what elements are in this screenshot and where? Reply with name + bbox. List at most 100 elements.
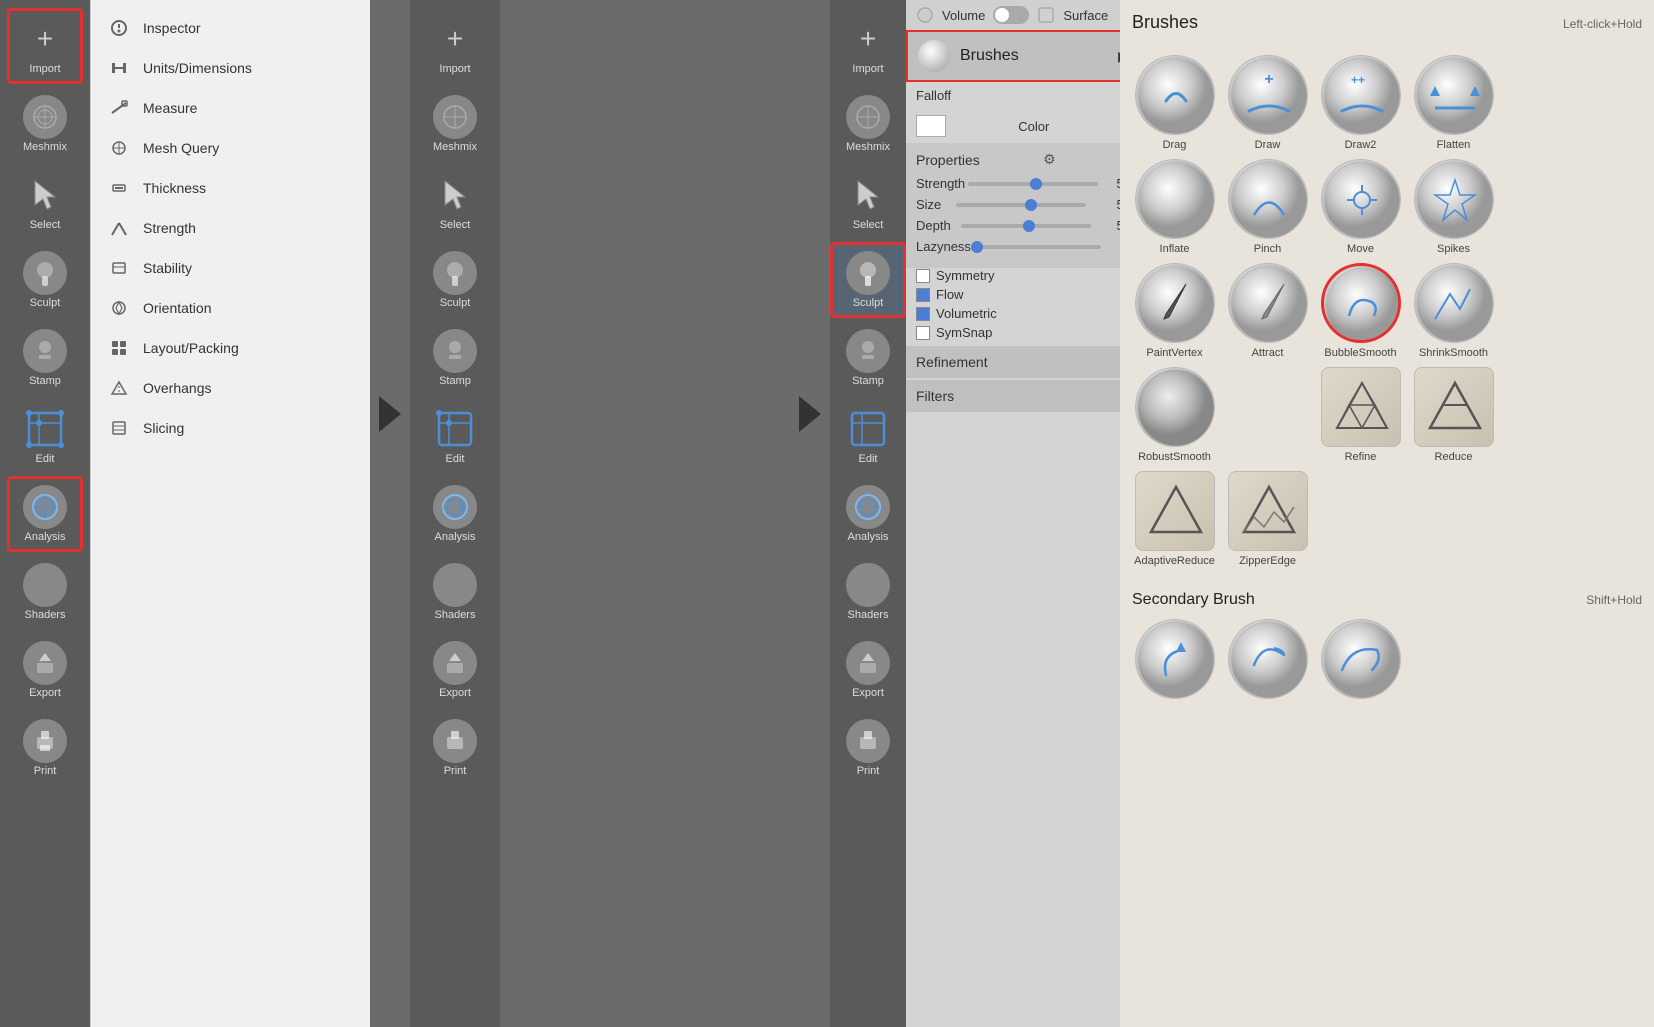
falloff-row[interactable]: Falloff ▶ (906, 82, 1141, 109)
p2-select-icon (433, 173, 477, 217)
arrow-right-icon (379, 396, 401, 432)
brush-refine[interactable]: Refine (1318, 367, 1403, 463)
brush-spikes[interactable]: Spikes (1411, 159, 1496, 255)
p3-toolbar-btn-select[interactable]: Select (830, 164, 906, 240)
select-label: Select (30, 219, 61, 231)
toolbar-btn-meshmix[interactable]: Meshmix (7, 86, 83, 162)
color-swatch[interactable] (916, 115, 946, 137)
brush-inflate[interactable]: Inflate (1132, 159, 1217, 255)
brush-reduce-label: Reduce (1435, 451, 1473, 463)
menu-item-stability[interactable]: Stability (91, 248, 370, 288)
p2-meshmix-label: Meshmix (433, 141, 477, 153)
brush-draw2[interactable]: ++ Draw2 (1318, 55, 1403, 151)
brush-reduce[interactable]: Reduce (1411, 367, 1496, 463)
size-thumb (1025, 199, 1037, 211)
menu-item-overhangs[interactable]: Overhangs (91, 368, 370, 408)
brush-attract[interactable]: Attract (1225, 263, 1310, 359)
p2-toolbar-btn-stamp[interactable]: Stamp (417, 320, 493, 396)
p3-toolbar-btn-import[interactable]: + Import (830, 8, 906, 84)
toolbar-btn-stamp[interactable]: Stamp (7, 320, 83, 396)
secondary-brush-3[interactable] (1318, 619, 1403, 699)
brush-bubblesmooth[interactable]: BubbleSmooth (1318, 263, 1403, 359)
brush-zipperedge[interactable]: ZipperEdge (1225, 471, 1310, 567)
toolbar-btn-export[interactable]: Export (7, 632, 83, 708)
brush-robustsmooth[interactable]: RobustSmooth (1132, 367, 1217, 463)
inspector-icon (107, 16, 131, 40)
export-icon (23, 641, 67, 685)
menu-item-slicing[interactable]: Slicing (91, 408, 370, 448)
brush-move[interactable]: Move (1318, 159, 1403, 255)
p3-toolbar-btn-edit[interactable]: Edit (830, 398, 906, 474)
menu-item-measure[interactable]: Measure (91, 88, 370, 128)
vol-surf-toggle[interactable] (993, 6, 1029, 24)
toolbar-btn-edit[interactable]: Edit (7, 398, 83, 474)
p3-toolbar-btn-print[interactable]: Print (830, 710, 906, 786)
brush-drag[interactable]: Drag (1132, 55, 1217, 151)
symsnap-checkbox[interactable] (916, 326, 930, 340)
depth-slider[interactable] (961, 224, 1091, 228)
lazyness-slider[interactable] (971, 245, 1101, 249)
p3-toolbar-btn-sculpt[interactable]: Sculpt (830, 242, 906, 318)
brush-inflate-preview (1135, 159, 1215, 239)
symmetry-checkbox[interactable] (916, 269, 930, 283)
toolbar-btn-import[interactable]: + Import (7, 8, 83, 84)
p3-toolbar-btn-shaders[interactable]: Shaders (830, 554, 906, 630)
menu-item-units[interactable]: Units/Dimensions (91, 48, 370, 88)
p2-toolbar-btn-edit[interactable]: Edit (417, 398, 493, 474)
refinement-row[interactable]: Refinement ▼ (906, 346, 1141, 378)
brushes-menu-header[interactable]: Brushes ▶ (906, 30, 1141, 82)
brush-paintvertex[interactable]: PaintVertex (1132, 263, 1217, 359)
brush-pinch[interactable]: Pinch (1225, 159, 1310, 255)
secondary-brush-section: Secondary Brush Shift+Hold (1132, 591, 1642, 699)
brush-shrinksmooth[interactable]: ShrinkSmooth (1411, 263, 1496, 359)
p2-toolbar-btn-import[interactable]: + Import (417, 8, 493, 84)
p3-import-label: Import (852, 63, 883, 75)
properties-title: Properties (916, 152, 980, 168)
menu-item-orientation[interactable]: Orientation (91, 288, 370, 328)
sculpt-label: Sculpt (30, 297, 61, 309)
p2-toolbar-btn-meshmix[interactable]: Meshmix (417, 86, 493, 162)
strength-label: Strength (916, 176, 965, 191)
stability-icon (107, 256, 131, 280)
menu-item-thickness[interactable]: Thickness (91, 168, 370, 208)
p2-import-label: Import (439, 63, 470, 75)
brush-draw[interactable]: + Draw (1225, 55, 1310, 151)
secondary-brush-2-preview (1228, 619, 1308, 699)
strength-slider[interactable] (968, 182, 1098, 186)
volumetric-checkbox[interactable] (916, 307, 930, 321)
p2-toolbar-btn-export[interactable]: Export (417, 632, 493, 708)
p3-toolbar-btn-export[interactable]: Export (830, 632, 906, 708)
measure-label: Measure (143, 100, 197, 116)
toolbar-btn-sculpt[interactable]: Sculpt (7, 242, 83, 318)
symmetry-label: Symmetry (936, 268, 995, 283)
p2-toolbar-btn-select[interactable]: Select (417, 164, 493, 240)
strength-icon (107, 216, 131, 240)
brush-adaptivereduce[interactable]: AdaptiveReduce (1132, 471, 1217, 567)
flow-checkbox[interactable] (916, 288, 930, 302)
p3-toolbar-btn-stamp[interactable]: Stamp (830, 320, 906, 396)
toolbar-btn-select[interactable]: Select (7, 164, 83, 240)
panel2-toolbar: + Import Meshmix Select Sculpt Stamp (410, 0, 500, 1027)
size-row: Size 55 (916, 197, 1131, 212)
toolbar-btn-shaders[interactable]: Shaders (7, 554, 83, 630)
p2-toolbar-btn-analysis[interactable]: Analysis (417, 476, 493, 552)
p3-toolbar-btn-analysis[interactable]: Analysis (830, 476, 906, 552)
toolbar-btn-print[interactable]: Print (7, 710, 83, 786)
p2-edit-icon (433, 407, 477, 451)
p3-toolbar-btn-meshmix[interactable]: Meshmix (830, 86, 906, 162)
p2-toolbar-btn-sculpt[interactable]: Sculpt (417, 242, 493, 318)
menu-item-strength[interactable]: Strength (91, 208, 370, 248)
toolbar-btn-analysis[interactable]: Analysis (7, 476, 83, 552)
p2-toolbar-btn-print[interactable]: Print (417, 710, 493, 786)
brush-flatten[interactable]: Flatten (1411, 55, 1496, 151)
secondary-brush-2[interactable] (1225, 619, 1310, 699)
menu-item-meshquery[interactable]: Mesh Query (91, 128, 370, 168)
filters-row[interactable]: Filters ▼ (906, 380, 1141, 412)
size-slider[interactable] (956, 203, 1086, 207)
brushes-panel-title: Brushes (1132, 12, 1198, 33)
menu-item-inspector[interactable]: Inspector (91, 8, 370, 48)
secondary-brush-1[interactable] (1132, 619, 1217, 699)
p2-toolbar-btn-shaders[interactable]: Shaders (417, 554, 493, 630)
panel1-toolbar: + Import Meshmix Select Sculpt Stamp (0, 0, 90, 1027)
menu-item-layout[interactable]: Layout/Packing (91, 328, 370, 368)
